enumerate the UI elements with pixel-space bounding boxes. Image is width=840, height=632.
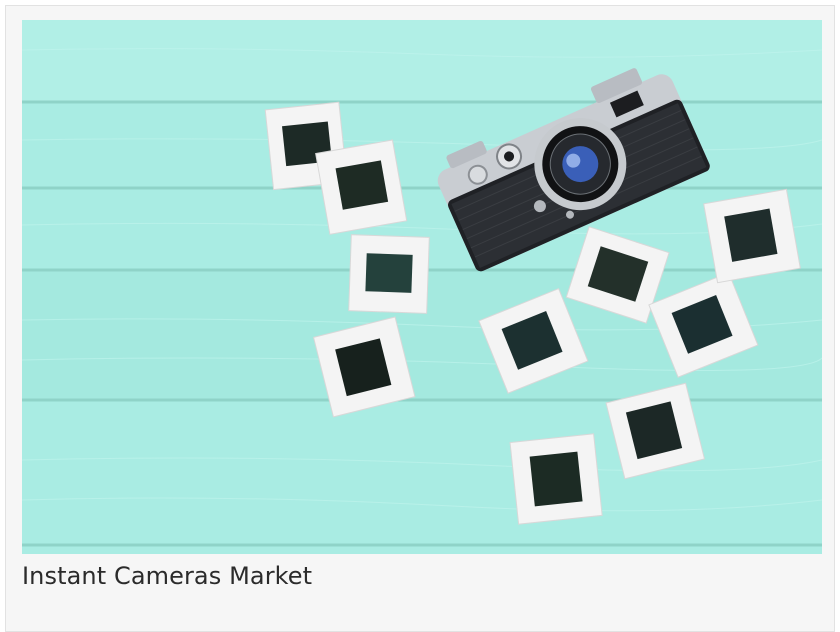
- product-photo[interactable]: [22, 20, 822, 554]
- product-card[interactable]: Instant Cameras Market: [5, 5, 835, 632]
- card-caption[interactable]: Instant Cameras Market: [22, 562, 312, 590]
